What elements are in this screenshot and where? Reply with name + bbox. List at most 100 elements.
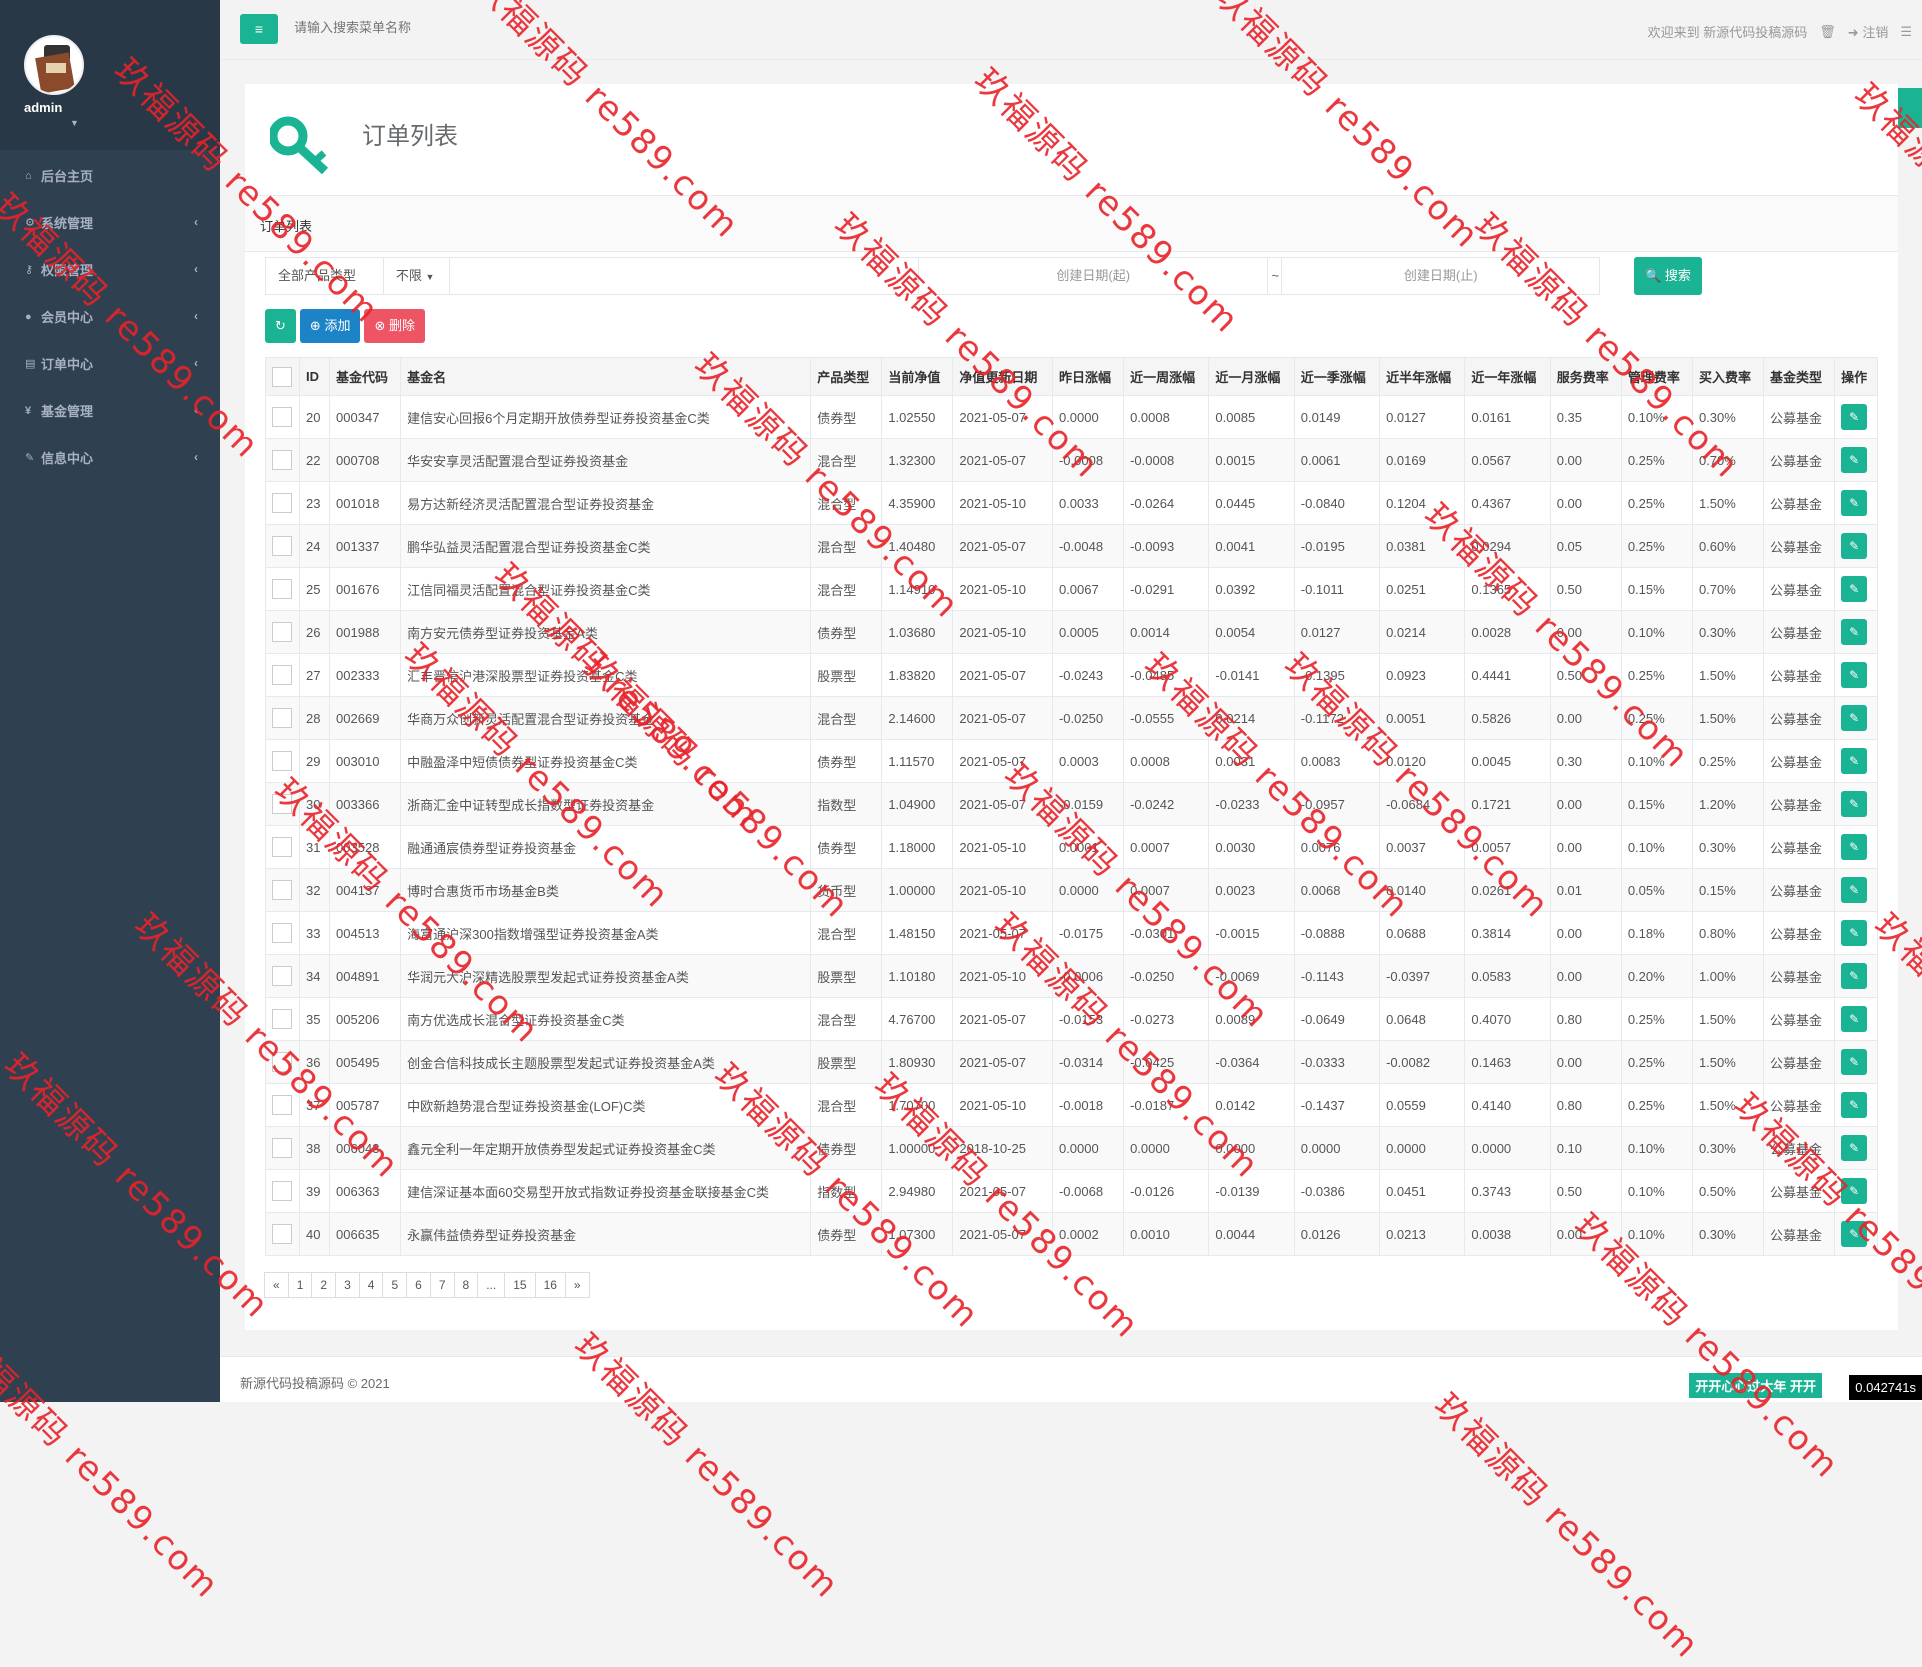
row-checkbox[interactable]: [272, 837, 292, 857]
row-checkbox[interactable]: [272, 1181, 292, 1201]
row-checkbox[interactable]: [272, 1138, 292, 1158]
edit-button[interactable]: ✎: [1841, 533, 1868, 559]
sidebar-item-3[interactable]: ● 会员中心 ‹: [0, 293, 220, 340]
row-checkbox-cell[interactable]: [265, 567, 300, 611]
page-link[interactable]: 8: [453, 1272, 479, 1298]
column-header[interactable]: ID: [298, 357, 331, 396]
page-link[interactable]: »: [564, 1272, 590, 1298]
sidebar-item-2[interactable]: ⚷ 权限管理 ‹: [0, 246, 220, 293]
row-checkbox[interactable]: [272, 966, 292, 986]
column-header[interactable]: 买入费率: [1691, 357, 1765, 396]
column-header[interactable]: 管理费率: [1620, 357, 1693, 396]
row-checkbox-cell[interactable]: [265, 911, 300, 955]
edit-button[interactable]: ✎: [1841, 490, 1868, 516]
refresh-button[interactable]: ↻: [265, 309, 296, 343]
trash-icon[interactable]: 🗑: [1819, 24, 1836, 40]
row-checkbox[interactable]: [272, 708, 292, 728]
sidebar-item-5[interactable]: ¥ 基金管理 ‹: [0, 387, 220, 434]
table-row[interactable]: 25 001676 江信同福灵活配置混合型证券投资基金C类 混合型 1.14910 202…: [265, 567, 1878, 611]
table-row[interactable]: 23 001018 易方达新经济灵活配置混合型证券投资基金 混合型 4.35900 202…: [265, 481, 1878, 525]
column-header[interactable]: 净值更新日期: [952, 357, 1053, 396]
column-header[interactable]: 近半年涨幅: [1379, 357, 1466, 396]
sidebar-item-6[interactable]: ✎ 信息中心 ‹: [0, 434, 220, 481]
row-checkbox[interactable]: [272, 1009, 292, 1029]
page-link[interactable]: 1: [287, 1272, 313, 1298]
page-link[interactable]: 7: [429, 1272, 455, 1298]
table-row[interactable]: 24 001337 鹏华弘益灵活配置混合型证券投资基金C类 混合型 1.40480 202…: [265, 524, 1878, 568]
row-checkbox[interactable]: [272, 450, 292, 470]
table-row[interactable]: 32 004137 博时合惠货币市场基金B类 货币型 1.00000 2021-05-10…: [265, 868, 1878, 912]
caret-down-icon[interactable]: ▼: [70, 118, 79, 128]
table-row[interactable]: 35 005206 南方优选成长混合型证券投资基金C类 混合型 4.76700 2021-…: [265, 997, 1878, 1041]
select-all-checkbox[interactable]: [272, 366, 292, 387]
row-checkbox-cell[interactable]: [265, 997, 300, 1041]
page-link[interactable]: «: [264, 1272, 289, 1298]
row-checkbox-cell[interactable]: [265, 954, 300, 998]
row-checkbox-cell[interactable]: [265, 739, 300, 783]
column-header[interactable]: 基金名: [400, 357, 812, 396]
table-row[interactable]: 40 006635 永赢伟益债券型证券投资基金 债券型 1.07300 2021-05-0…: [265, 1212, 1878, 1256]
table-row[interactable]: 36 005495 创金合信科技成长主题股票型发起式证券投资基金A类 股票型 1.809…: [265, 1040, 1878, 1084]
date-end-input[interactable]: 创建日期(止): [1282, 258, 1599, 294]
page-link[interactable]: 3: [335, 1272, 360, 1298]
edit-button[interactable]: ✎: [1841, 447, 1868, 473]
row-checkbox[interactable]: [272, 1052, 292, 1072]
edit-button[interactable]: ✎: [1841, 1006, 1868, 1032]
edit-button[interactable]: ✎: [1841, 619, 1868, 645]
page-link[interactable]: 15: [504, 1272, 536, 1298]
page-link[interactable]: 16: [534, 1272, 566, 1298]
row-checkbox-cell[interactable]: [265, 653, 300, 697]
menu-icon[interactable]: ☰: [1900, 24, 1912, 40]
row-checkbox[interactable]: [272, 880, 292, 900]
table-row[interactable]: 37 005787 中欧新趋势混合型证券投资基金(LOF)C类 混合型 1.70700 2…: [265, 1083, 1878, 1127]
row-checkbox[interactable]: [272, 622, 292, 642]
row-checkbox-cell[interactable]: [265, 1083, 300, 1127]
table-row[interactable]: 33 004513 海富通沪深300指数增强型证券投资基金A类 混合型 1.48150 2…: [265, 911, 1878, 955]
table-row[interactable]: 39 006363 建信深证基本面60交易型开放式指数证券投资基金联接基金C类 指数型…: [265, 1169, 1878, 1213]
edit-button[interactable]: ✎: [1841, 834, 1868, 860]
keyword-input[interactable]: [450, 258, 920, 294]
menu-toggle-button[interactable]: ≡: [240, 14, 278, 44]
row-checkbox-cell[interactable]: [265, 825, 300, 869]
delete-button[interactable]: ⊗ 删除: [364, 309, 425, 343]
column-header[interactable]: 服务费率: [1549, 357, 1622, 396]
edit-button[interactable]: ✎: [1841, 1049, 1868, 1075]
row-checkbox[interactable]: [272, 493, 292, 513]
row-checkbox-cell[interactable]: [265, 481, 300, 525]
avatar[interactable]: [24, 35, 84, 95]
row-checkbox-cell[interactable]: [265, 395, 300, 439]
row-checkbox[interactable]: [272, 579, 292, 599]
row-checkbox-cell[interactable]: [265, 696, 300, 740]
row-checkbox-cell[interactable]: [265, 1169, 300, 1213]
product-type-select[interactable]: 不限 ▼: [384, 258, 450, 294]
search-button[interactable]: 🔍 搜索: [1634, 257, 1702, 295]
column-header[interactable]: 操作: [1834, 357, 1878, 396]
logout-link[interactable]: ➜ 注销: [1848, 22, 1889, 41]
edit-button[interactable]: ✎: [1841, 662, 1868, 688]
row-checkbox-cell[interactable]: [265, 610, 300, 654]
row-checkbox-cell[interactable]: [265, 524, 300, 568]
row-checkbox-cell[interactable]: [265, 1212, 300, 1256]
edit-button[interactable]: ✎: [1841, 1221, 1868, 1247]
column-header[interactable]: 近一季涨幅: [1293, 357, 1381, 396]
table-row[interactable]: 34 004891 华润元大沪深精选股票型发起式证券投资基金A类 股票型 1.10180…: [265, 954, 1878, 998]
table-row[interactable]: 38 006043 鑫元全利一年定期开放债券型发起式证券投资基金C类 债券型 1.000…: [265, 1126, 1878, 1170]
row-checkbox-cell[interactable]: [265, 1126, 300, 1170]
edit-button[interactable]: ✎: [1841, 748, 1868, 774]
add-button[interactable]: ⊕ 添加: [299, 309, 361, 343]
sidebar-item-1[interactable]: ⚙ 系统管理 ‹: [0, 199, 220, 246]
date-start-input[interactable]: 创建日期(起): [919, 258, 1269, 294]
table-row[interactable]: 29 003010 中融盈泽中短债债券型证券投资基金C类 债券型 1.11570 2021…: [265, 739, 1878, 783]
page-link[interactable]: 4: [358, 1272, 384, 1298]
edit-button[interactable]: ✎: [1841, 576, 1868, 602]
page-link[interactable]: 2: [311, 1272, 337, 1298]
edit-button[interactable]: ✎: [1841, 963, 1868, 989]
edit-button[interactable]: ✎: [1841, 877, 1868, 903]
row-checkbox[interactable]: [272, 536, 292, 556]
row-checkbox-cell[interactable]: [265, 868, 300, 912]
edit-button[interactable]: ✎: [1841, 791, 1868, 817]
column-header[interactable]: 产品类型: [810, 357, 883, 396]
column-header[interactable]: 当前净值: [881, 357, 954, 396]
table-row[interactable]: 27 002333 汇丰晋信沪港深股票型证券投资基金C类 股票型 1.83820 2021…: [265, 653, 1878, 697]
column-header[interactable]: 昨日涨幅: [1051, 357, 1125, 396]
